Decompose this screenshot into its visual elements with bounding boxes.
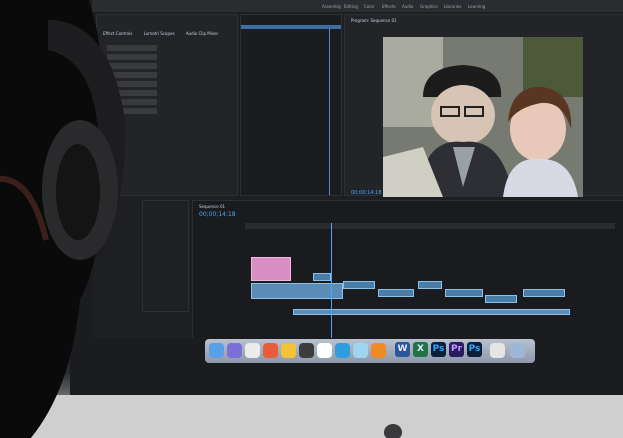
workspace-menubar: Assembly Editing Color Effects Audio Gra… bbox=[92, 0, 623, 12]
apple-logo-icon bbox=[384, 424, 402, 438]
premiere-icon[interactable]: Pr bbox=[449, 342, 464, 357]
video-clip[interactable] bbox=[485, 295, 517, 303]
video-clip[interactable] bbox=[523, 289, 565, 297]
menu-item-libraries[interactable]: Libraries bbox=[444, 4, 461, 9]
photoshop-icon[interactable]: Ps bbox=[467, 342, 482, 357]
menu-item-effects[interactable]: Effects bbox=[382, 4, 396, 9]
finder-icon[interactable] bbox=[209, 343, 224, 358]
timeline-panel: Sequence 01 00;00;14;18 bbox=[192, 200, 623, 338]
launchpad-icon[interactable] bbox=[227, 343, 242, 358]
menu-item-assembly[interactable]: Assembly bbox=[322, 4, 341, 9]
video-clip[interactable] bbox=[445, 289, 483, 297]
app-store-icon[interactable] bbox=[335, 343, 350, 358]
menu-item-learning[interactable]: Learning bbox=[468, 4, 485, 9]
program-monitor-panel: Program: Sequence 01 00;00;14;18 bbox=[344, 14, 623, 197]
tab-audio-clip-mixer[interactable]: Audio Clip Mixer bbox=[186, 31, 218, 36]
program-monitor-title: Program: Sequence 01 bbox=[351, 18, 397, 23]
music-icon[interactable] bbox=[299, 343, 314, 358]
photo-scene: Assembly Editing Color Effects Audio Gra… bbox=[0, 0, 623, 438]
video-clip[interactable] bbox=[418, 281, 442, 289]
mac-dock: W X Ps Pr Ps bbox=[205, 339, 535, 363]
audio-clip[interactable] bbox=[251, 283, 343, 299]
vlc-icon[interactable] bbox=[371, 343, 386, 358]
word-icon[interactable]: W bbox=[395, 342, 410, 357]
timeline-ruler[interactable] bbox=[245, 223, 615, 229]
timeline-sequence-tab[interactable]: Sequence 01 bbox=[199, 204, 225, 209]
chrome-icon[interactable] bbox=[263, 343, 278, 358]
video-clip[interactable] bbox=[313, 273, 331, 281]
video-clip[interactable] bbox=[378, 289, 414, 297]
person-with-headphones-silhouette bbox=[0, 0, 126, 438]
menu-item-graphics[interactable]: Graphics bbox=[420, 4, 438, 9]
video-frame-image bbox=[383, 37, 583, 197]
preview-icon[interactable] bbox=[353, 343, 368, 358]
monitor-screen: Assembly Editing Color Effects Audio Gra… bbox=[92, 0, 623, 338]
notes-icon[interactable] bbox=[281, 343, 296, 358]
menu-item-editing[interactable]: Editing bbox=[344, 4, 358, 9]
timeline-timecode: 00;00;14;18 bbox=[199, 211, 236, 218]
tab-lumetri-scopes[interactable]: Lumetri Scopes bbox=[144, 31, 175, 36]
excel-icon[interactable]: X bbox=[413, 342, 428, 357]
video-frame bbox=[383, 37, 583, 197]
menu-item-audio[interactable]: Audio bbox=[402, 4, 413, 9]
photoshop-icon[interactable]: Ps bbox=[431, 342, 446, 357]
mini-clip-bar[interactable] bbox=[241, 25, 341, 29]
safari-icon[interactable] bbox=[245, 343, 260, 358]
timeline-playhead[interactable] bbox=[331, 223, 332, 338]
audio-clip[interactable] bbox=[293, 309, 570, 315]
folder-icon[interactable] bbox=[490, 343, 505, 358]
video-clip[interactable] bbox=[343, 281, 375, 289]
calendar-icon[interactable] bbox=[317, 343, 332, 358]
program-timecode: 00;00;14;18 bbox=[351, 190, 382, 196]
mini-timeline-panel bbox=[240, 14, 342, 196]
trash-icon[interactable] bbox=[510, 343, 525, 358]
mini-playhead[interactable] bbox=[329, 29, 330, 195]
tools-panel bbox=[142, 200, 189, 312]
video-clip[interactable] bbox=[251, 257, 291, 281]
menu-item-color[interactable]: Color bbox=[364, 4, 374, 9]
